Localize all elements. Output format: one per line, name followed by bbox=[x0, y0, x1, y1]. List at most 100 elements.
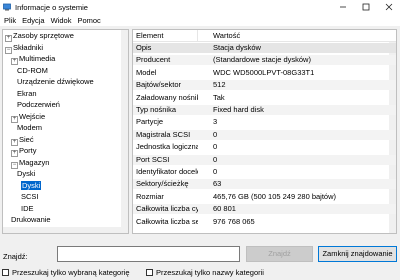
menu-edit[interactable]: Edycja bbox=[19, 16, 48, 25]
list-row[interactable]: Partycje 3 bbox=[133, 117, 396, 127]
list-row[interactable]: Załadowany nośnik Tak bbox=[133, 93, 396, 103]
minimize-icon bbox=[339, 6, 346, 8]
tree-horizontal-scrollbar[interactable] bbox=[3, 227, 128, 233]
find-label: Znajdź: bbox=[3, 252, 28, 261]
tree-item-label: Sieć bbox=[19, 134, 34, 144]
tree-item[interactable]: Dyski bbox=[17, 169, 35, 179]
item-cell: Producent bbox=[136, 55, 171, 65]
list-row[interactable]: Typ nośnika Fixed hard disk bbox=[133, 105, 396, 115]
item-cell: Identyfikator docelo... bbox=[136, 167, 198, 176]
column-header-element[interactable]: Element bbox=[133, 30, 198, 42]
tree-item-label: CD-ROM bbox=[17, 65, 48, 75]
value-cell: 3 bbox=[213, 117, 218, 127]
tree-vertical-scrollbar[interactable] bbox=[121, 30, 128, 228]
item-cell: Jednostka logiczna ... bbox=[136, 142, 198, 152]
list-row[interactable]: Identyfikator docelo... 0 bbox=[133, 167, 396, 177]
category-tree[interactable]: + Zasoby sprzętowe − Składniki + Multimedia CD… bbox=[2, 29, 129, 234]
value-cell: 0 bbox=[213, 142, 218, 152]
find-button[interactable]: Znajdź bbox=[246, 246, 313, 262]
expand-icon[interactable]: + bbox=[11, 150, 18, 157]
list-row[interactable]: Sektory/ścieżkę 63 bbox=[133, 179, 396, 190]
tree-item-label: Modem bbox=[17, 123, 43, 132]
value-cell: 60 801 bbox=[213, 204, 236, 214]
tree-item-label: Zasoby sprzętowe bbox=[13, 31, 74, 40]
list-row[interactable]: Producent (Standardowe stacje dysków) bbox=[133, 55, 396, 66]
collapse-icon[interactable]: − bbox=[5, 46, 12, 54]
list-row[interactable]: Jednostka logiczna ... 0 bbox=[133, 142, 396, 152]
tree-item[interactable]: + Multimedia bbox=[11, 54, 56, 65]
minimize-button[interactable] bbox=[331, 0, 354, 14]
list-row[interactable]: Model WDC WD5000LPVT-08G33T1 bbox=[133, 68, 396, 78]
list-row[interactable]: Całkowita liczba sekt... 976 768 065 bbox=[133, 217, 396, 227]
checkbox-label: Przeszukaj tylko nazwy kategorii bbox=[156, 268, 264, 277]
tree-item[interactable]: Urządzenie dźwiękowe bbox=[17, 77, 94, 87]
list-row[interactable]: Opis Stacja dysków bbox=[133, 43, 396, 53]
expand-icon[interactable]: + bbox=[11, 115, 18, 123]
details-list: Element Wartość Opis Stacja dysków Produce… bbox=[132, 29, 397, 234]
menu-view[interactable]: Widok bbox=[48, 16, 75, 25]
checkbox-label: Przeszukaj tylko wybraną kategorię bbox=[12, 268, 130, 277]
expand-icon[interactable]: + bbox=[5, 35, 12, 42]
item-cell: Typ nośnika bbox=[136, 105, 177, 114]
value-cell: (Standardowe stacje dysków) bbox=[213, 55, 311, 65]
system-info-icon bbox=[3, 3, 11, 11]
item-cell: Opis bbox=[136, 43, 152, 52]
list-row[interactable]: Port SCSI 0 bbox=[133, 154, 396, 165]
value-cell: 0 bbox=[213, 167, 218, 176]
tree-item[interactable]: Dyski bbox=[21, 180, 42, 191]
item-cell: Całkowita liczba sekt... bbox=[136, 216, 198, 226]
value-cell: 0 bbox=[213, 129, 218, 139]
tree-item[interactable]: − Magazyn bbox=[11, 157, 50, 169]
tree-item-label: Dyski bbox=[21, 180, 42, 190]
item-cell: Bajtów/sektor bbox=[136, 80, 182, 90]
tree-item[interactable]: CD-ROM bbox=[17, 66, 48, 76]
search-category-names-checkbox[interactable]: Przeszukaj tylko nazwy kategorii bbox=[146, 268, 264, 277]
item-cell: Magistrala SCSI bbox=[136, 129, 191, 139]
item-cell: Partycje bbox=[136, 117, 164, 127]
menu-help[interactable]: Pomoc bbox=[74, 16, 103, 25]
close-find-button[interactable]: Zamknij znajdowanie bbox=[318, 246, 397, 262]
tree-item[interactable]: Drukowanie bbox=[11, 215, 51, 225]
tree-item-label: Składniki bbox=[13, 42, 44, 52]
value-cell: 976 768 065 bbox=[213, 216, 255, 226]
expand-icon[interactable]: + bbox=[11, 138, 18, 146]
search-selected-category-checkbox[interactable]: Przeszukaj tylko wybraną kategorię bbox=[2, 268, 130, 277]
menu-file[interactable]: Plik bbox=[1, 16, 19, 25]
tree-item[interactable]: SCSI bbox=[21, 192, 39, 202]
expand-icon[interactable]: + bbox=[11, 58, 18, 65]
maximize-button[interactable] bbox=[354, 0, 377, 14]
list-row[interactable]: Całkowita liczba cyli... 60 801 bbox=[133, 204, 396, 215]
tree-item[interactable]: Modem bbox=[17, 123, 42, 133]
value-cell: 465,76 GB (500 105 249 280 bajtów) bbox=[213, 191, 337, 201]
list-row[interactable]: Rozmiar 465,76 GB (500 105 249 280 bajtów… bbox=[133, 192, 396, 202]
tree-item[interactable]: Ekran bbox=[17, 89, 37, 99]
tree-item[interactable]: − Składniki bbox=[5, 42, 44, 54]
title-bar: Informacje o systemie bbox=[0, 0, 400, 14]
tree-item[interactable]: Podczerwień bbox=[17, 100, 60, 110]
column-header-value[interactable]: Wartość bbox=[198, 30, 396, 42]
value-cell: 0 bbox=[213, 154, 218, 164]
maximize-icon bbox=[362, 3, 369, 11]
tree-item[interactable]: + Zasoby sprzętowe bbox=[5, 31, 74, 42]
collapse-icon[interactable]: − bbox=[11, 161, 18, 169]
tree-item-label: Drukowanie bbox=[11, 215, 51, 224]
tree-item[interactable]: IDE bbox=[21, 204, 34, 214]
tree-item-label: Magazyn bbox=[19, 157, 50, 167]
tree-item-label: Multimedia bbox=[19, 54, 56, 63]
close-button[interactable] bbox=[377, 0, 400, 14]
tree-item[interactable]: + Sieć bbox=[11, 134, 34, 146]
value-cell: 63 bbox=[213, 179, 222, 189]
find-input[interactable] bbox=[57, 246, 240, 262]
tree-item[interactable]: + Porty bbox=[11, 146, 37, 157]
value-cell: 512 bbox=[213, 80, 226, 90]
list-row[interactable]: Magistrala SCSI 0 bbox=[133, 129, 396, 140]
checkbox-box bbox=[2, 269, 9, 276]
value-cell: Stacja dysków bbox=[213, 43, 261, 52]
value-cell: WDC WD5000LPVT-08G33T1 bbox=[213, 67, 315, 77]
tree-item-label: Podczerwień bbox=[17, 100, 60, 109]
tree-item-label: Urządzenie dźwiękowe bbox=[17, 77, 94, 86]
tree-item[interactable]: + Wejście bbox=[11, 112, 45, 123]
value-cell: Fixed hard disk bbox=[213, 105, 264, 114]
list-row[interactable]: Bajtów/sektor 512 bbox=[133, 80, 396, 91]
close-icon bbox=[385, 3, 392, 11]
